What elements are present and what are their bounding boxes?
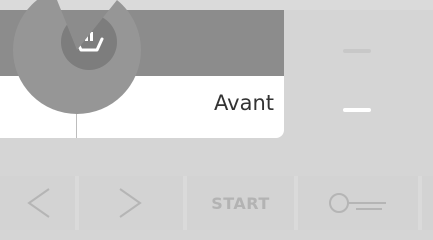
chevron-left-icon: [26, 188, 50, 218]
start-label: START: [211, 193, 270, 213]
key-lock-button[interactable]: [298, 176, 418, 230]
extra-button[interactable]: [422, 176, 433, 230]
bottom-strip: [0, 230, 433, 240]
control-bar: START: [0, 176, 433, 230]
key-lock-icon: [329, 193, 386, 213]
option-level-column[interactable]: [284, 10, 433, 138]
prev-button[interactable]: [0, 176, 75, 230]
mode-label: Avant: [214, 91, 274, 115]
status-band: [0, 138, 433, 176]
chevron-right-icon: [119, 188, 142, 218]
next-button[interactable]: [79, 176, 183, 230]
level-indicator-active: [343, 108, 371, 112]
level-indicator-off: [343, 49, 371, 53]
start-button[interactable]: START: [187, 176, 294, 230]
